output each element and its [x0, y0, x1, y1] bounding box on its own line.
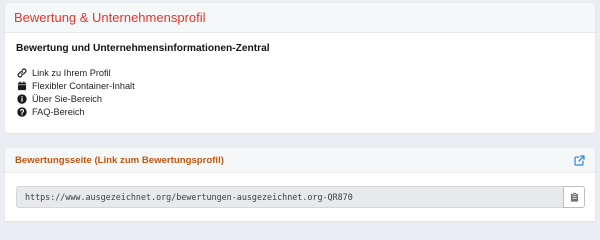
- feature-item-faq: FAQ-Bereich: [16, 105, 584, 118]
- section-heading: Bewertung und Unternehmensinformationen-…: [16, 43, 270, 54]
- calendar-icon: [16, 80, 27, 91]
- feature-label-container: Flexibler Container-Inhalt: [32, 80, 135, 91]
- link-icon: [16, 67, 27, 78]
- profile-card: Bewertung & Unternehmensprofil Bewertung…: [5, 3, 595, 133]
- review-page-header: Bewertungsseite (Link zum Bewertungsprof…: [5, 148, 595, 173]
- url-row: [16, 186, 585, 208]
- question-circle-icon: [16, 106, 27, 117]
- info-circle-icon: [16, 93, 27, 104]
- external-link-icon[interactable]: [573, 154, 585, 166]
- copy-url-button[interactable]: [563, 186, 585, 208]
- review-page-title: Bewertungsseite (Link zum Bewertungsprof…: [15, 154, 224, 166]
- feature-list: Link zu Ihrem Profil Flexibler Container…: [16, 66, 584, 118]
- feature-label-faq: FAQ-Bereich: [32, 106, 85, 117]
- feature-label-link: Link zu Ihrem Profil: [32, 67, 111, 78]
- feature-item-about: Über Sie-Bereich: [16, 92, 584, 105]
- profile-card-title: Bewertung & Unternehmensprofil: [14, 10, 206, 25]
- profile-card-header: Bewertung & Unternehmensprofil: [5, 3, 595, 33]
- feature-item-container: Flexibler Container-Inhalt: [16, 79, 584, 92]
- feature-item-link: Link zu Ihrem Profil: [16, 66, 584, 79]
- clipboard-icon: [570, 192, 579, 202]
- profile-card-body: Bewertung und Unternehmensinformationen-…: [5, 33, 595, 118]
- feature-label-about: Über Sie-Bereich: [32, 93, 102, 104]
- review-url-field[interactable]: [16, 186, 563, 208]
- review-page-card: Bewertungsseite (Link zum Bewertungsprof…: [5, 148, 595, 221]
